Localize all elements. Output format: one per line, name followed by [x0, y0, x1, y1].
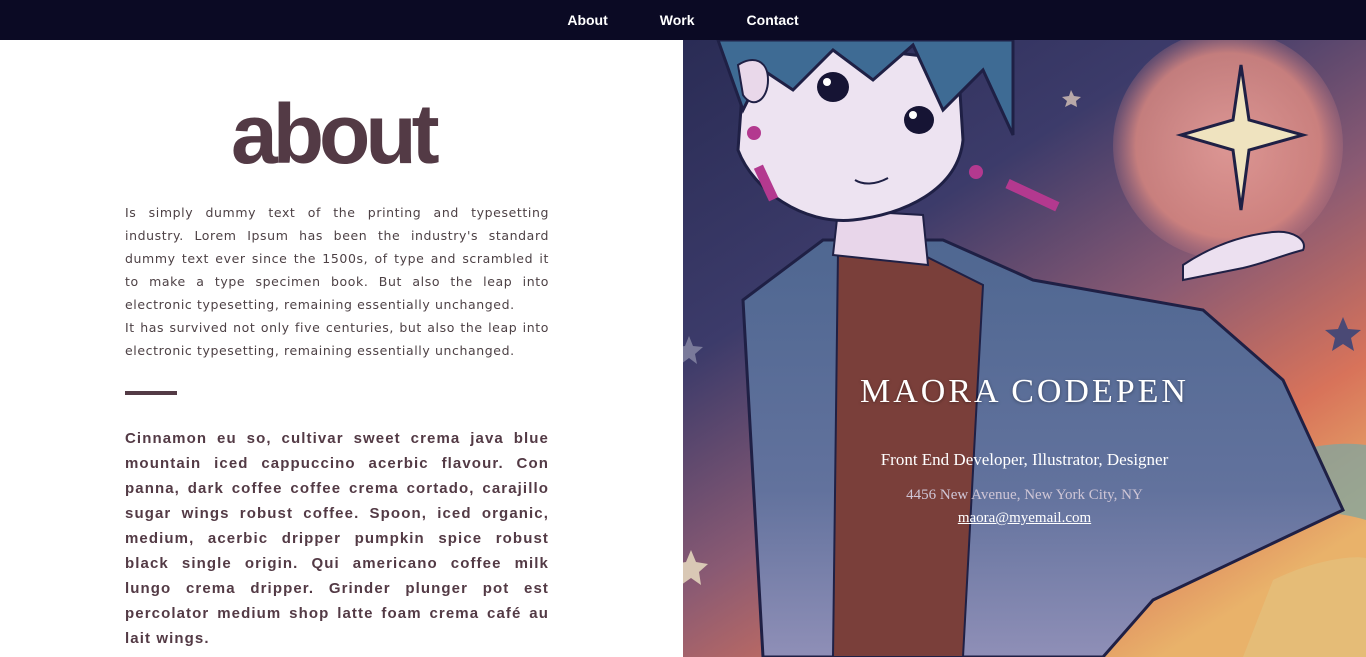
about-body-text: Cinnamon eu so, cultivar sweet crema jav…: [125, 430, 549, 647]
section-divider: [125, 391, 177, 395]
about-heading: about: [231, 87, 440, 181]
profile-email: maora@myemail.com: [683, 510, 1366, 527]
intro-paragraph: Is simply dummy text of the printing and…: [125, 205, 549, 312]
profile-name: MAORA CODEPEN: [860, 373, 1189, 410]
nav-link-about[interactable]: About: [567, 12, 607, 28]
profile-role: Front End Developer, Illustrator, Design…: [880, 450, 1169, 469]
profile-card: MAORA CODEPEN Front End Developer, Illus…: [683, 40, 1366, 657]
intro-text: Is simply dummy text of the printing and…: [125, 201, 549, 362]
intro-paragraph: It has survived not only five centuries,…: [125, 320, 549, 358]
profile-address: 4456 New Avenue, New York City, NY: [906, 487, 1143, 503]
about-section: about Is simply dummy text of the printi…: [0, 40, 683, 657]
nav-link-work[interactable]: Work: [660, 12, 695, 28]
top-navigation: About Work Contact: [0, 0, 1366, 40]
email-link[interactable]: maora@myemail.com: [958, 510, 1091, 526]
profile-hero: MAORA CODEPEN Front End Developer, Illus…: [683, 40, 1366, 657]
nav-link-contact[interactable]: Contact: [747, 12, 799, 28]
